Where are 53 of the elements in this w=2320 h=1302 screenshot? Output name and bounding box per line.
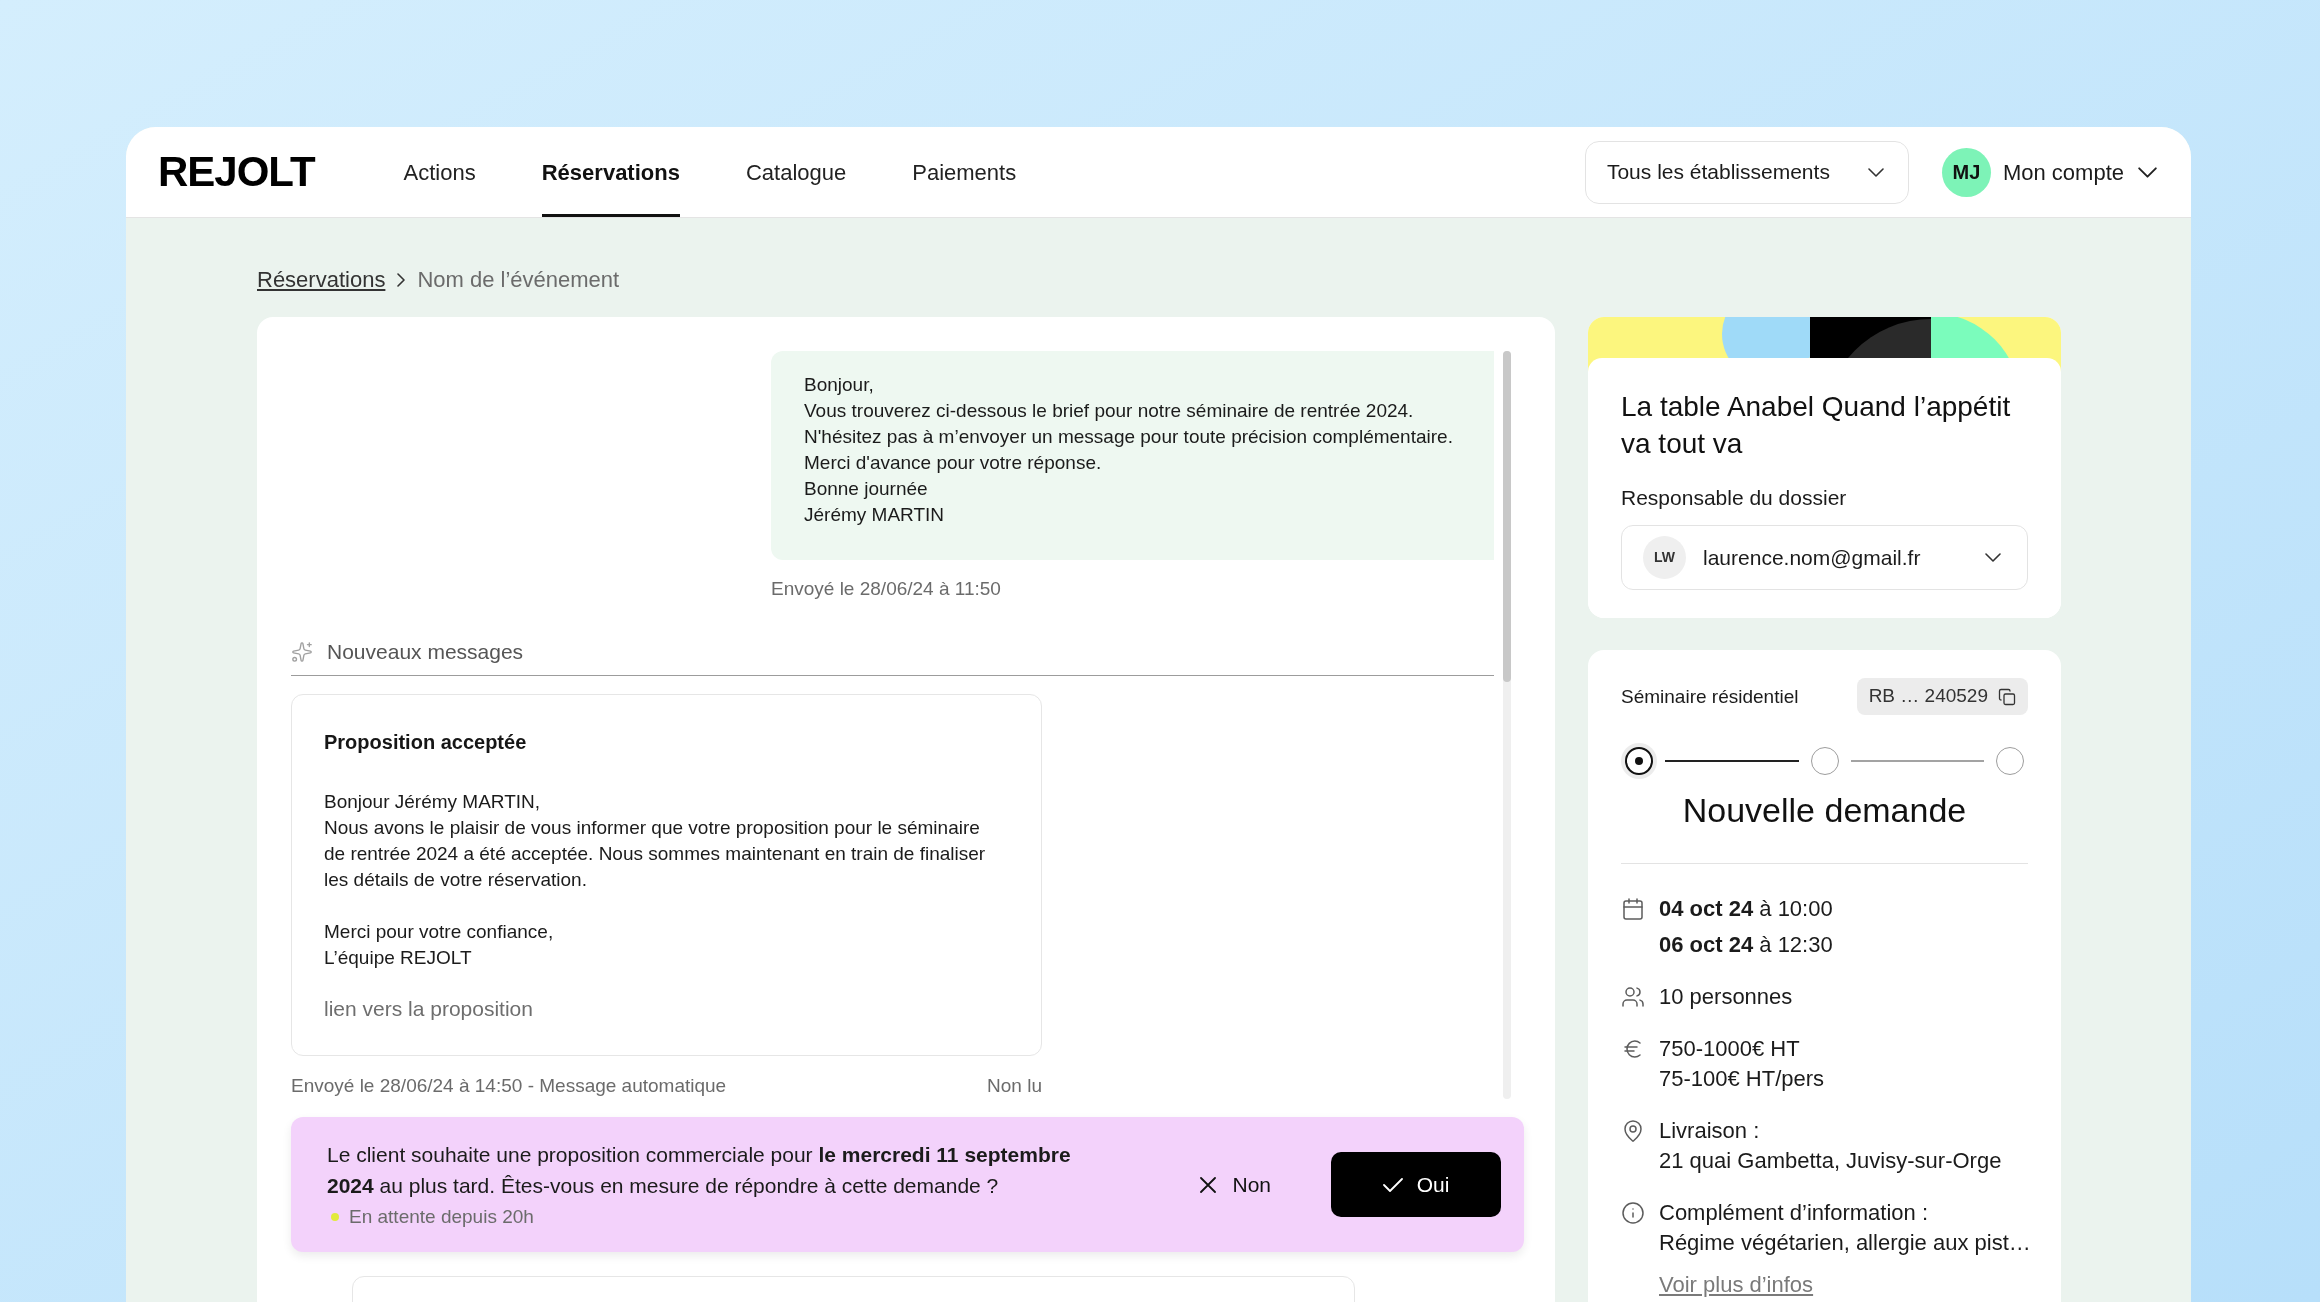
proposal-link[interactable]: lien vers la proposition <box>324 995 533 1023</box>
people-icon <box>1621 985 1645 1009</box>
chevron-right-icon <box>397 273 406 287</box>
detail-text: Régime végétarien, allergie aux pist… <box>1659 1229 2031 1257</box>
nav-tab[interactable]: Catalogue <box>745 127 847 217</box>
message-title: Proposition acceptée <box>324 730 528 755</box>
copy-icon <box>1998 687 2016 706</box>
message-text: Bonjour Jérémy MARTIN, Nous avons le plaisir de vous informer que votre proposition pour le séminaire de rentrée 2024 a été acceptée. Nous sommes maintenant en train de finaliser les détails de votre réservation. <box>324 790 987 892</box>
info-icon <box>1621 1201 1645 1225</box>
avatar: LW <box>1643 536 1686 579</box>
message-text: Merci pour votre confiance, L’équipe REJOLT <box>324 920 555 970</box>
request-text: Le client souhaite une proposition commerciale pour le mercredi 11 septembre 2024 au plus tard. Êtes-vous en mesure de répondre à cette demande ? <box>327 1142 1072 1199</box>
request-status: Nouvelle demande <box>1681 790 1968 830</box>
detail-text: Complément d’information : <box>1659 1199 1929 1227</box>
manager-select[interactable]: LW laurence.nom@gmail.fr <box>1621 525 2028 590</box>
detail-text: 21 quai Gambetta, Juvisy-sur-Orge <box>1659 1147 2002 1175</box>
nav-tab[interactable]: Actions <box>403 127 476 217</box>
read-status: Non lu <box>987 1074 1042 1098</box>
detail-text: 10 personnes <box>1659 983 1793 1011</box>
chevron-down-icon <box>1867 167 1884 177</box>
check-icon <box>1382 1177 1403 1192</box>
establishment-select[interactable]: Tous les établissements <box>1584 140 1909 204</box>
sparkle-icon <box>291 641 313 663</box>
message-text: Bonjour, Vous trouverez ci-dessous le brief pour notre séminaire de rentrée 2024. N'hésitez pas à m’envoyer un message pour toute précision complémentaire. Merci d'avance pour votre réponse. Bonne journée Jérémy MARTIN <box>804 373 1454 527</box>
account-menu-button[interactable]: MJ Mon compte <box>1941 147 2157 197</box>
decline-button[interactable]: Non <box>1186 1152 1285 1217</box>
detail-text: 04 oct 24 à 10:00 <box>1659 895 1833 923</box>
close-icon <box>1200 1176 1217 1193</box>
waiting-status: En attente depuis 20h <box>349 1205 534 1229</box>
reference-copy-button[interactable]: RB … 240529 <box>1856 678 2028 715</box>
new-messages-label: Nouveaux messages <box>327 639 524 665</box>
detail-text: 750-1000€ HT <box>1659 1035 1801 1063</box>
event-type: Séminaire résidentiel <box>1621 684 1799 709</box>
breadcrumb-current: Nom de l’événement <box>417 267 620 293</box>
nav-tab[interactable]: Paiements <box>912 127 1017 217</box>
detail-text: 06 oct 24 à 12:30 <box>1659 931 1833 959</box>
scrollbar-thumb[interactable] <box>1503 351 1511 682</box>
avatar: MJ <box>1941 147 1991 197</box>
map-pin-icon <box>1621 1119 1645 1143</box>
manager-label: Responsable du dossier <box>1621 485 1848 511</box>
accept-button[interactable]: Oui <box>1331 1152 1501 1217</box>
chevron-down-icon <box>1985 553 2001 562</box>
more-info-link[interactable]: Voir plus d’infos <box>1659 1270 1814 1300</box>
detail-text: 75-100€ HT/pers <box>1659 1065 1825 1093</box>
calendar-icon <box>1621 897 1645 921</box>
venue-title: La table Anabel Quand l’appétit va tout va <box>1621 390 2012 461</box>
nav-tab[interactable]: Réservations <box>541 127 680 217</box>
chevron-down-icon <box>2138 166 2157 178</box>
message-timestamp: Envoyé le 28/06/24 à 14:50 - Message automatique <box>291 1074 727 1098</box>
message-timestamp: Envoyé le 28/06/24 à 11:50 <box>771 577 1001 601</box>
breadcrumb-link[interactable]: Réservations <box>257 267 386 293</box>
detail-text: Livraison : <box>1659 1117 1761 1145</box>
logo[interactable]: REJOLT <box>158 151 315 193</box>
